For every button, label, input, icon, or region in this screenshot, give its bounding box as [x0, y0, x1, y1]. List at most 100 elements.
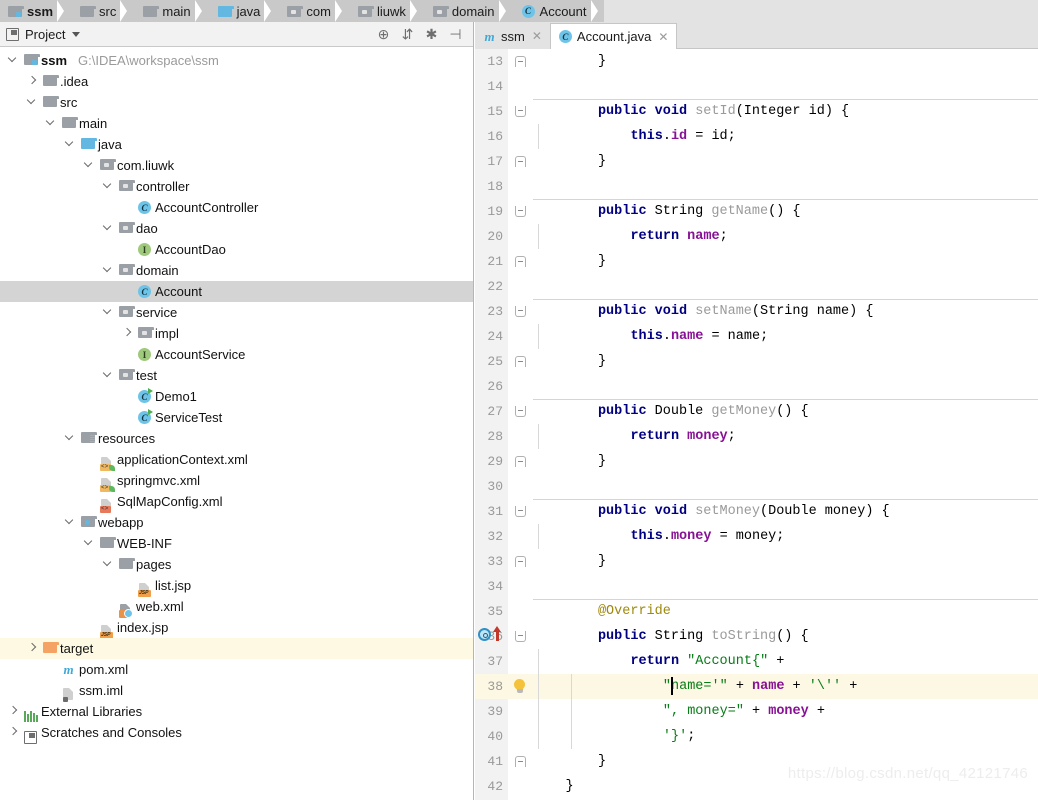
- chevron-down-icon[interactable]: [65, 433, 76, 444]
- chevron-right-icon[interactable]: [27, 643, 38, 654]
- fold-toggle-icon[interactable]: [515, 506, 526, 517]
- fold-toggle-icon[interactable]: [515, 356, 526, 367]
- tree-item-springmvc-xml[interactable]: springmvc.xml: [0, 470, 473, 492]
- tree-item-pages[interactable]: pages: [0, 554, 473, 575]
- tree-item-external-libraries[interactable]: External Libraries: [0, 701, 473, 722]
- tree-item-webapp[interactable]: webapp: [0, 512, 473, 533]
- code-line-36[interactable]: 36 public String toString() {: [475, 624, 1038, 649]
- tree-item-target[interactable]: target: [0, 638, 473, 659]
- code-line-19[interactable]: 19 public String getName() {: [475, 199, 1038, 224]
- tree-item-java[interactable]: java: [0, 134, 473, 155]
- breadcrumb-item-account[interactable]: C Account: [511, 0, 604, 22]
- tree-item-dao[interactable]: dao: [0, 218, 473, 239]
- breadcrumb-item-src[interactable]: src: [70, 0, 134, 22]
- chevron-down-icon[interactable]: [103, 265, 114, 276]
- tree-item-sqlmapconfig-xml[interactable]: SqlMapConfig.xml: [0, 491, 473, 513]
- chevron-down-icon[interactable]: [84, 538, 95, 549]
- fold-toggle-icon[interactable]: [515, 256, 526, 267]
- tree-item-impl[interactable]: impl: [0, 323, 473, 344]
- breadcrumb-item-com[interactable]: com: [277, 0, 348, 22]
- code-line-40[interactable]: 40 '}';: [475, 724, 1038, 749]
- chevron-down-icon[interactable]: [65, 139, 76, 150]
- tree-item--idea[interactable]: .idea: [0, 71, 473, 92]
- code-line-31[interactable]: 31 public void setMoney(Double money) {: [475, 499, 1038, 524]
- code-line-17[interactable]: 17}: [475, 149, 1038, 174]
- code-line-15[interactable]: 15 public void setId(Integer id) {: [475, 99, 1038, 124]
- code-line-32[interactable]: 32 this.money = money;: [475, 524, 1038, 549]
- collapse-all-icon[interactable]: ⇵: [400, 26, 415, 42]
- intention-bulb-icon[interactable]: [513, 679, 527, 694]
- fold-toggle-icon[interactable]: [515, 406, 526, 417]
- code-line-26[interactable]: 26: [475, 374, 1038, 399]
- code-line-20[interactable]: 20 return name;: [475, 224, 1038, 249]
- tree-item-test[interactable]: test: [0, 365, 473, 386]
- chevron-right-icon[interactable]: [8, 727, 19, 738]
- chevron-down-icon[interactable]: [84, 160, 95, 171]
- tree-item-controller[interactable]: controller: [0, 176, 473, 197]
- chevron-down-icon[interactable]: [103, 307, 114, 318]
- hide-panel-icon[interactable]: ⊣: [448, 26, 463, 42]
- chevron-down-icon[interactable]: [103, 223, 114, 234]
- chevron-down-icon[interactable]: [46, 118, 57, 129]
- code-line-33[interactable]: 33}: [475, 549, 1038, 574]
- fold-toggle-icon[interactable]: [515, 756, 526, 767]
- tree-item-servicetest[interactable]: C ServiceTest: [0, 407, 473, 428]
- breadcrumb-item-domain[interactable]: domain: [422, 0, 512, 22]
- tree-item-src[interactable]: src: [0, 92, 473, 113]
- tree-item-account[interactable]: C Account: [0, 281, 473, 302]
- breadcrumb-item-ssm[interactable]: ssm: [0, 0, 71, 22]
- chevron-down-icon[interactable]: [103, 559, 114, 570]
- code-line-37[interactable]: 37 return "Account{" +: [475, 649, 1038, 674]
- code-line-27[interactable]: 27 public Double getMoney() {: [475, 399, 1038, 424]
- chevron-down-icon[interactable]: [27, 97, 38, 108]
- code-line-13[interactable]: 13}: [475, 49, 1038, 74]
- chevron-right-icon[interactable]: [8, 706, 19, 717]
- implementing-method-arrow-icon[interactable]: [493, 626, 501, 641]
- code-line-22[interactable]: 22: [475, 274, 1038, 299]
- chevron-down-icon[interactable]: [8, 55, 19, 66]
- editor-tab-account-java[interactable]: C Account.java ✕: [549, 23, 678, 49]
- override-method-icon[interactable]: [478, 628, 491, 641]
- chevron-right-icon[interactable]: [27, 76, 38, 87]
- fold-toggle-icon[interactable]: [515, 206, 526, 217]
- breadcrumb-item-main[interactable]: main: [133, 0, 208, 22]
- tree-item-service[interactable]: service: [0, 302, 473, 323]
- code-line-29[interactable]: 29}: [475, 449, 1038, 474]
- code-line-39[interactable]: 39 ", money=" + money +: [475, 699, 1038, 724]
- fold-toggle-icon[interactable]: [515, 56, 526, 67]
- settings-gear-icon[interactable]: ✱: [424, 26, 439, 42]
- code-editor[interactable]: 13} 14 15 public void setId(Integer id) {16…: [475, 49, 1038, 800]
- close-icon[interactable]: ✕: [658, 30, 668, 44]
- chevron-down-icon[interactable]: [103, 370, 114, 381]
- fold-toggle-icon[interactable]: [515, 456, 526, 467]
- chevron-right-icon[interactable]: [122, 328, 133, 339]
- tree-item-resources[interactable]: resources: [0, 428, 473, 449]
- fold-toggle-icon[interactable]: [515, 156, 526, 167]
- tree-item-web-xml[interactable]: web.xml: [0, 596, 473, 618]
- chevron-down-icon[interactable]: [72, 31, 81, 37]
- tree-item-ssm-iml[interactable]: ssm.iml: [0, 680, 473, 702]
- code-line-16[interactable]: 16 this.id = id;: [475, 124, 1038, 149]
- tree-item-com-liuwk[interactable]: com.liuwk: [0, 155, 473, 176]
- locate-file-icon[interactable]: ⊕: [376, 26, 391, 42]
- tree-item-web-inf[interactable]: WEB-INF: [0, 533, 473, 554]
- tree-item-domain[interactable]: domain: [0, 260, 473, 281]
- tree-item-accountservice[interactable]: I AccountService: [0, 344, 473, 365]
- tree-item-main[interactable]: main: [0, 113, 473, 134]
- code-line-21[interactable]: 21}: [475, 249, 1038, 274]
- tree-item-index-jsp[interactable]: index.jsp: [0, 617, 473, 639]
- tree-item-accountcontroller[interactable]: C AccountController: [0, 197, 473, 218]
- fold-toggle-icon[interactable]: [515, 631, 526, 642]
- tree-item-ssm[interactable]: ssm G:\IDEA\workspace\ssm: [0, 50, 473, 71]
- tree-item-demo1[interactable]: C Demo1: [0, 386, 473, 407]
- code-line-38[interactable]: 38 "name='" + name + '\'' +: [475, 674, 1038, 699]
- breadcrumb-item-liuwk[interactable]: liuwk: [347, 0, 423, 22]
- code-line-25[interactable]: 25}: [475, 349, 1038, 374]
- tree-item-scratches-and-consoles[interactable]: Scratches and Consoles: [0, 722, 473, 744]
- code-line-18[interactable]: 18: [475, 174, 1038, 199]
- tree-item-accountdao[interactable]: I AccountDao: [0, 239, 473, 260]
- tree-item-pom-xml[interactable]: m pom.xml: [0, 659, 473, 680]
- chevron-down-icon[interactable]: [103, 181, 114, 192]
- fold-toggle-icon[interactable]: [515, 556, 526, 567]
- project-tree[interactable]: ssm G:\IDEA\workspace\ssm .idea src main java…: [0, 47, 473, 744]
